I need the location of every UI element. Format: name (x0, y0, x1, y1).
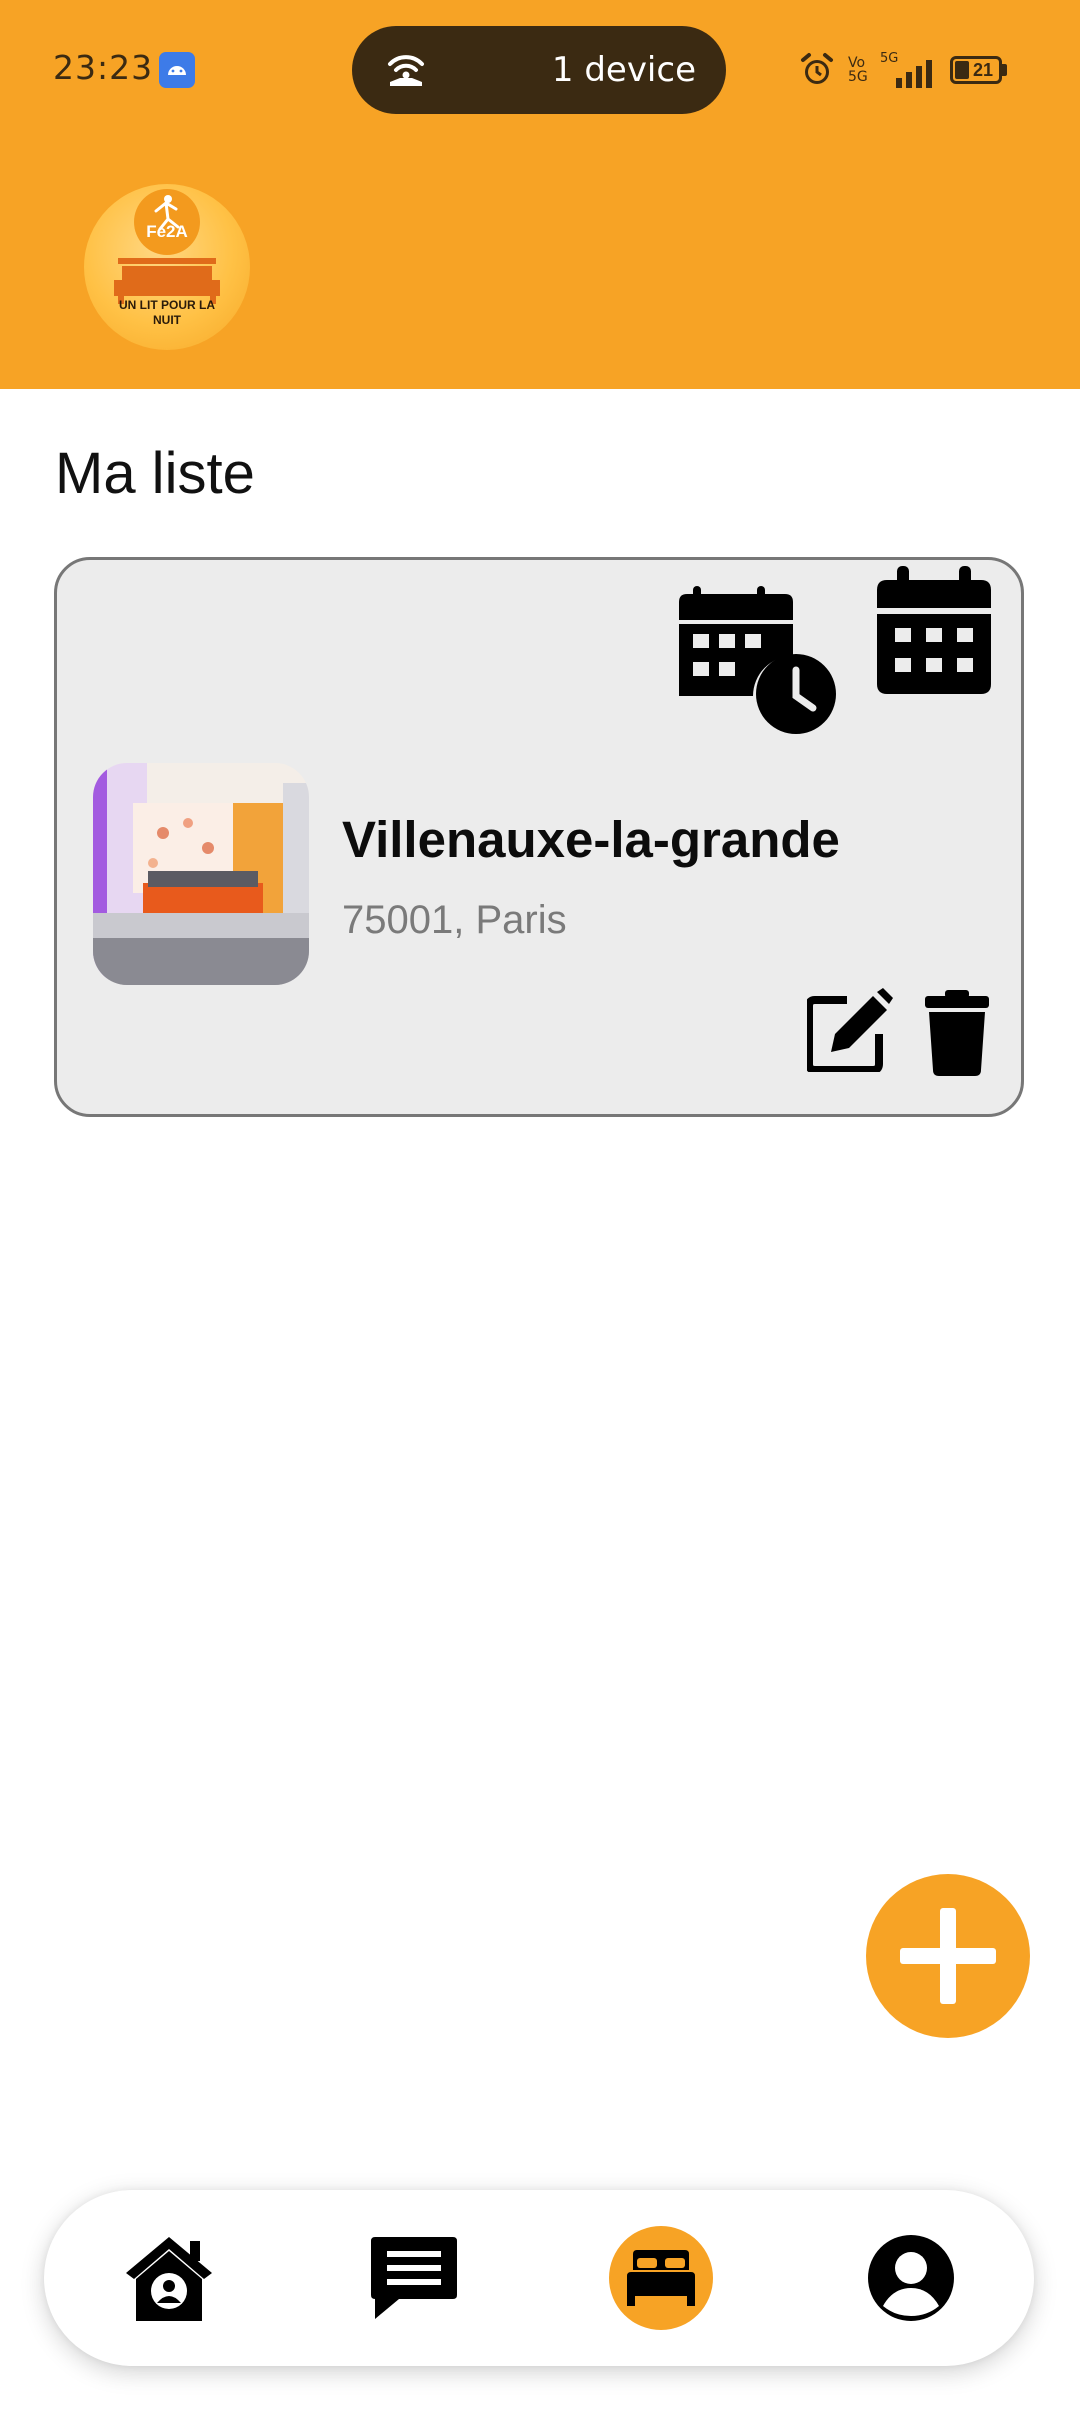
logo-brand-text: Fe2A (146, 222, 188, 241)
calendar-icon[interactable] (877, 566, 991, 701)
profile-icon (868, 2235, 954, 2321)
nav-home[interactable] (99, 2190, 239, 2366)
edit-icon[interactable] (805, 988, 893, 1077)
home-user-icon (126, 2237, 212, 2321)
bottom-navigation (44, 2190, 1034, 2366)
battery-icon: 21 (950, 56, 1002, 84)
hotspot-icon (382, 48, 430, 93)
battery-level: 21 (973, 60, 994, 80)
status-time: 23:23 (53, 48, 154, 87)
trash-icon[interactable] (925, 990, 989, 1081)
nav-listings[interactable] (591, 2190, 731, 2366)
listing-card[interactable]: Villenauxe-la-grande 75001, Paris (54, 557, 1024, 1117)
nav-messages[interactable] (344, 2190, 484, 2366)
volte-label: Vo 5G (848, 55, 868, 85)
logo-slogan: UN LIT POUR LA NUIT (119, 298, 215, 327)
android-notification-icon (159, 52, 195, 88)
listing-address: 75001, Paris (342, 898, 567, 942)
status-bar: 23:23 1 device Vo 5G 5G 21 (0, 0, 1080, 140)
add-listing-button[interactable] (866, 1874, 1030, 2038)
alarm-icon (800, 52, 834, 93)
listing-thumbnail[interactable] (93, 763, 309, 985)
app-logo: Fe2A UN LIT POUR LA NUIT (84, 184, 250, 350)
calendar-clock-icon[interactable] (679, 572, 849, 747)
hotspot-pill[interactable]: 1 device (352, 26, 726, 114)
app-header: 23:23 1 device Vo 5G 5G 21 Fe2A UN LIT P… (0, 0, 1080, 389)
chat-icon (371, 2237, 457, 2319)
nav-profile[interactable] (841, 2190, 981, 2366)
battery-tip (1002, 64, 1007, 76)
listing-title: Villenauxe-la-grande (342, 811, 840, 868)
hotspot-device-count: 1 device (551, 50, 696, 90)
page-title: Ma liste (55, 441, 255, 506)
bed-icon (627, 2250, 695, 2306)
signal-icon (894, 60, 936, 93)
